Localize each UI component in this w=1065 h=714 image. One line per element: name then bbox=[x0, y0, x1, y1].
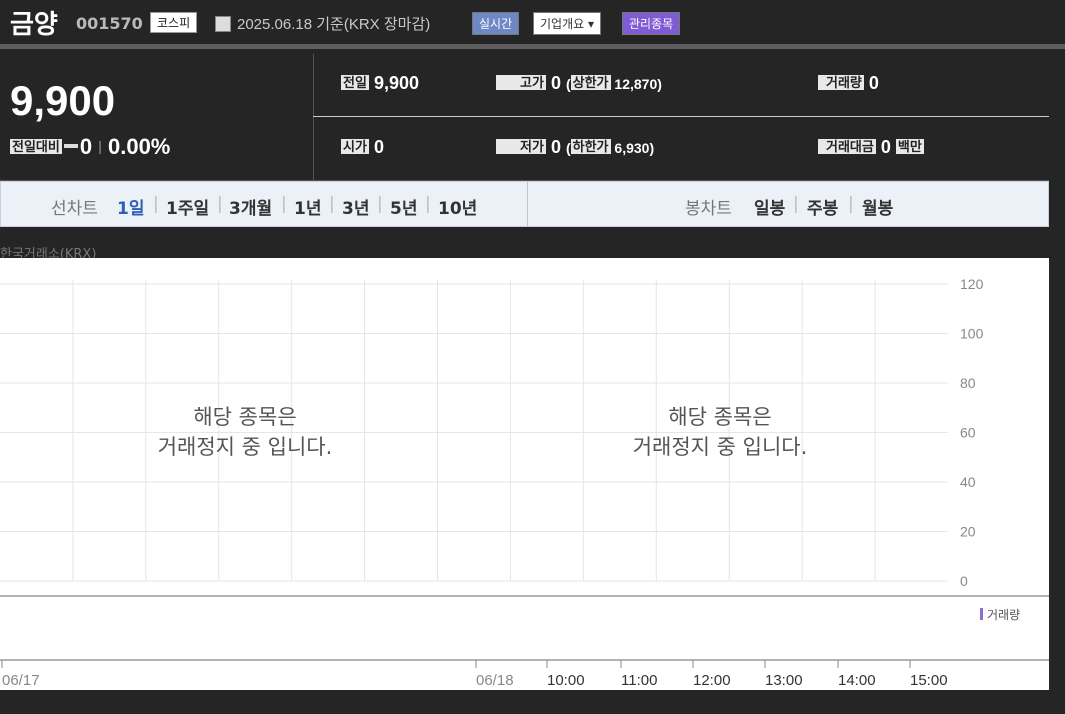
company-overview-dropdown[interactable]: 기업개요 ▾ bbox=[533, 12, 601, 35]
tab-separator: | bbox=[425, 194, 431, 214]
high-value: 0 bbox=[550, 73, 561, 93]
x-tick-label: 13:00 bbox=[765, 672, 803, 689]
halt-message-left: 해당 종목은 거래정지 중 입니다. bbox=[115, 402, 375, 462]
managed-stock-badge[interactable]: 관리종목 bbox=[622, 12, 681, 35]
trade-value: 거래대금 0 백만 bbox=[818, 136, 924, 158]
quote-panel: 9,900 전일대비 0 | 0.00% 전일 9,900 고가 0 (상한가 1… bbox=[0, 54, 1049, 181]
open-label: 시가 bbox=[341, 139, 369, 154]
tab-3m[interactable]: 3개월 bbox=[229, 194, 272, 219]
upper-limit-value: 12,870 bbox=[614, 76, 658, 92]
y-tick-label: 20 bbox=[960, 524, 976, 540]
volume: 거래량 0 bbox=[818, 72, 879, 94]
header-divider bbox=[0, 44, 1065, 49]
x-tick-label: 06/17 bbox=[2, 672, 40, 689]
stock-header: 금양 001570 코스피 2025.06.18 기준(KRX 장마감) 실시간… bbox=[0, 0, 1065, 49]
halt-message-line2: 거래정지 중 입니다. bbox=[632, 435, 808, 459]
halt-message-line2: 거래정지 중 입니다. bbox=[157, 435, 333, 459]
tab-separator: | bbox=[153, 194, 159, 214]
tab-weekly[interactable]: 주봉 bbox=[807, 194, 838, 219]
tab-separator: | bbox=[848, 194, 854, 214]
halt-message-line1: 해당 종목은 bbox=[668, 405, 772, 429]
tab-1w[interactable]: 1주일 bbox=[166, 194, 209, 219]
candle-chart-label: 봉차트 bbox=[685, 199, 732, 219]
calendar-icon[interactable] bbox=[215, 16, 231, 32]
open-price: 시가 0 bbox=[341, 136, 384, 158]
halt-message-right: 해당 종목은 거래정지 중 입니다. bbox=[590, 402, 850, 462]
volume-legend-label: 거래량 bbox=[987, 608, 1020, 622]
x-tick-label: 11:00 bbox=[621, 672, 657, 689]
low-price: 저가 0 (하한가 6,930) bbox=[496, 136, 654, 158]
x-tick-label: 15:00 bbox=[910, 672, 948, 689]
divider: | bbox=[98, 138, 102, 154]
tab-separator: | bbox=[793, 194, 799, 214]
tab-3y[interactable]: 3년 bbox=[342, 194, 369, 219]
y-tick-label: 60 bbox=[960, 425, 976, 441]
tab-monthly[interactable]: 월봉 bbox=[862, 194, 893, 219]
trade-value-unit: 백만 bbox=[895, 139, 924, 154]
y-tick-label: 100 bbox=[960, 326, 984, 342]
flat-icon bbox=[63, 144, 78, 148]
open-value: 0 bbox=[373, 137, 384, 157]
prev-close: 전일 9,900 bbox=[341, 72, 419, 94]
trade-value-value: 0 bbox=[880, 137, 891, 157]
y-tick-label: 120 bbox=[960, 276, 984, 292]
change-value: 0 bbox=[79, 134, 93, 159]
tab-daily[interactable]: 일봉 bbox=[754, 194, 785, 219]
trade-value-label: 거래대금 bbox=[818, 139, 876, 154]
tab-group-divider bbox=[527, 182, 528, 226]
change-percent: 0.00% bbox=[107, 134, 171, 159]
quote-divider-horizontal bbox=[313, 116, 1049, 117]
tab-1d[interactable]: 1일 bbox=[117, 194, 144, 219]
x-tick-label: 12:00 bbox=[693, 672, 731, 689]
volume-label: 거래량 bbox=[818, 75, 864, 90]
line-chart-label: 선차트 bbox=[51, 199, 98, 219]
x-tick-label: 10:00 bbox=[547, 672, 585, 689]
price-change: 전일대비 0 | 0.00% bbox=[10, 134, 170, 160]
tab-separator: | bbox=[217, 194, 223, 214]
upper-limit-label: 상한가 bbox=[570, 75, 611, 90]
low-value: 0 bbox=[550, 137, 561, 157]
y-tick-label: 40 bbox=[960, 474, 976, 490]
tab-separator: | bbox=[329, 194, 335, 214]
current-price: 9,900 bbox=[10, 77, 116, 124]
tab-separator: | bbox=[281, 194, 287, 214]
x-tick-label: 06/18 bbox=[476, 672, 514, 689]
stock-code: 001570 bbox=[76, 14, 143, 33]
low-label: 저가 bbox=[496, 139, 546, 154]
high-label: 고가 bbox=[496, 75, 546, 90]
lower-limit-label: 하한가 bbox=[570, 139, 611, 154]
realtime-button[interactable]: 실시간 bbox=[472, 12, 520, 35]
stock-name: 금양 bbox=[10, 10, 58, 40]
price-chart: 120 100 80 60 40 20 0 거래량 06/17 06/18 10:00 11:00 12… bbox=[0, 258, 1049, 690]
chart-tab-bar: 선차트 1일 | 1주일 | 3개월 | 1년 | 3년 | 5년 | 10년 … bbox=[0, 181, 1049, 227]
halt-message-line1: 해당 종목은 bbox=[193, 405, 297, 429]
y-tick-label: 0 bbox=[960, 573, 968, 589]
tab-separator: | bbox=[377, 194, 383, 214]
y-tick-label: 80 bbox=[960, 375, 976, 391]
lower-limit-value: 6,930 bbox=[614, 140, 650, 156]
change-label: 전일대비 bbox=[10, 139, 62, 154]
prev-label: 전일 bbox=[341, 75, 369, 90]
chart-canvas: 120 100 80 60 40 20 0 거래량 06/17 06/18 10:00 11:00 12… bbox=[0, 276, 1049, 689]
base-date: 2025.06.18 기준(KRX 장마감) bbox=[237, 16, 431, 33]
tab-1y[interactable]: 1년 bbox=[294, 194, 321, 219]
tab-10y[interactable]: 10년 bbox=[438, 194, 477, 219]
market-badge: 코스피 bbox=[150, 12, 198, 33]
quote-divider-vertical bbox=[313, 54, 314, 180]
prev-value: 9,900 bbox=[373, 73, 419, 93]
volume-value: 0 bbox=[868, 73, 879, 93]
high-price: 고가 0 (상한가 12,870) bbox=[496, 72, 662, 94]
x-tick-label: 14:00 bbox=[838, 672, 876, 689]
volume-legend-swatch bbox=[980, 608, 983, 620]
tab-5y[interactable]: 5년 bbox=[390, 194, 417, 219]
